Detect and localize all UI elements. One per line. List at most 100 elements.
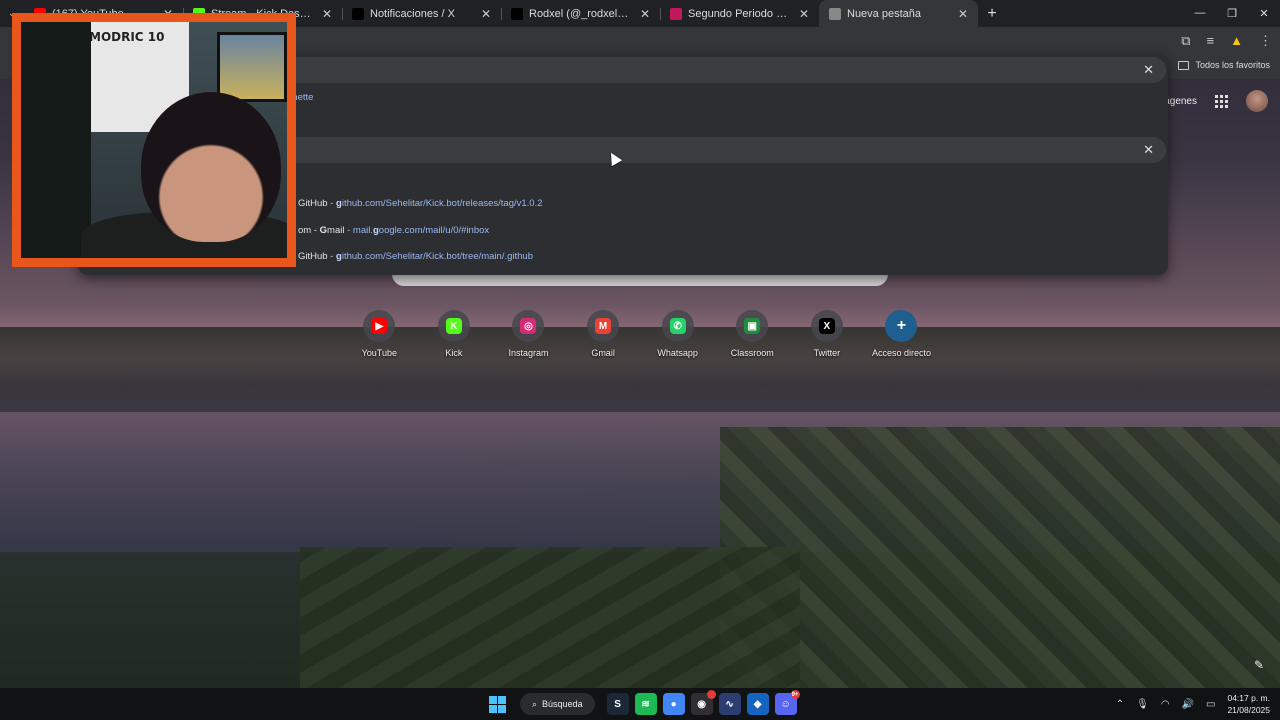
close-window-icon[interactable]: ✕ <box>1248 7 1280 20</box>
notification-badge <box>706 690 716 699</box>
background-grass <box>720 427 1280 717</box>
microphone-icon[interactable]: 🎙 <box>1136 699 1149 710</box>
profile-avatar[interactable] <box>1246 90 1268 112</box>
all-bookmarks-label: Todos los favoritos <box>1195 60 1270 70</box>
close-tab-icon[interactable]: ✕ <box>479 7 493 21</box>
system-tray: ⌃ 🎙 ◠ 🔊 ▭ 04:17 p. m. 21/08/2025 <box>1116 692 1270 716</box>
customize-pencil-icon[interactable]: ✎ <box>1250 658 1268 676</box>
tab-4[interactable]: Segundo Periodo de Regulariza ✕ <box>660 0 819 27</box>
maximize-icon[interactable]: ❐ <box>1216 7 1248 20</box>
x-icon: X <box>818 318 835 334</box>
close-tab-icon[interactable]: ✕ <box>638 7 652 21</box>
webcam-shadow <box>21 22 91 258</box>
x-icon <box>352 7 364 20</box>
new-tab-button[interactable]: + <box>978 5 1006 23</box>
folder-icon <box>1178 60 1190 70</box>
classroom-icon <box>670 7 682 20</box>
chrome-icon <box>829 7 841 20</box>
window-controls: — ❐ ✕ <box>1184 7 1280 20</box>
obs-icon[interactable]: ◉ <box>690 690 716 715</box>
ntp-header: mágenes <box>1156 90 1268 112</box>
shortcut-label: Kick <box>445 348 463 358</box>
shortcut-whatsapp[interactable]: ✆ Whatsapp <box>640 310 715 358</box>
close-tab-icon[interactable]: ✕ <box>797 7 811 21</box>
app-glyph: ∿ <box>725 698 734 710</box>
taskbar-search-label: Búsqueda <box>542 699 583 709</box>
shortcut-label: Twitter <box>813 348 841 358</box>
shortcut-tile: ▣ <box>736 310 769 342</box>
tiktok-icon <box>511 7 523 20</box>
minimize-icon[interactable]: — <box>1184 7 1216 20</box>
media-controls-icon[interactable]: ≡ <box>1207 33 1215 49</box>
shortcut-kick[interactable]: K Kick <box>417 310 492 358</box>
gmail-icon: M <box>595 318 612 334</box>
close-tab-icon[interactable]: ✕ <box>956 7 970 21</box>
whatsapp-icon: ✆ <box>669 318 686 334</box>
suggestion-item[interactable]: GitHub - github.com/Sehelitar/Kick.bot/r… <box>298 198 543 209</box>
shortcut-label: Gmail <box>591 348 615 358</box>
webcam-feed: MODRIC 10 <box>21 22 287 258</box>
clock-time: 04:17 p. m. <box>1227 693 1270 703</box>
show-hidden-icons[interactable]: ⌃ <box>1116 699 1124 710</box>
webcam-monitor <box>217 32 287 102</box>
tab-5[interactable]: Nueva pestaña ✕ <box>819 0 978 27</box>
shortcut-tile: ◎ <box>512 310 545 342</box>
discord-icon[interactable]: ☺ 9+ <box>774 690 800 715</box>
clock-date: 21/08/2025 <box>1227 705 1270 715</box>
shortcut-tile: ✆ <box>661 310 694 342</box>
start-button[interactable] <box>486 693 508 715</box>
audio-app-icon[interactable]: ∿ <box>718 693 741 715</box>
shortcut-acceso-directo[interactable]: + Acceso directo <box>864 310 939 358</box>
app-glyph: ◆ <box>753 698 762 710</box>
extension-pin-icon[interactable]: ▲ <box>1230 33 1243 49</box>
app-glyph: ≋ <box>641 698 650 710</box>
google-apps-icon[interactable] <box>1215 94 1228 108</box>
all-bookmarks-button[interactable]: Todos los favoritos <box>1178 60 1270 70</box>
taskbar-search[interactable]: ⌕ Búsqueda <box>520 693 595 715</box>
tab-title: Segundo Periodo de Regulariza <box>688 7 791 20</box>
steam-icon[interactable]: S <box>606 693 629 715</box>
shortcut-label: Instagram <box>508 348 549 358</box>
volume-icon[interactable]: 🔊 <box>1182 699 1194 710</box>
shortcut-tile: X <box>810 310 843 342</box>
extensions-icon[interactable]: ⧉ <box>1181 33 1190 49</box>
taskbar-center: ⌕ Búsqueda S ≋ ● ◉ ∿ ◆ ☺ 9+ <box>486 690 800 715</box>
shortcut-label: Whatsapp <box>657 348 698 358</box>
shortcut-label: Acceso directo <box>871 348 931 358</box>
tab-2[interactable]: Notificaciones / X ✕ <box>342 0 501 27</box>
taskbar: ⌕ Búsqueda S ≋ ● ◉ ∿ ◆ ☺ 9+ ⌃ 🎙 ◠ 🔊 ▭ 04:17 p. m… <box>0 688 1280 720</box>
remove-suggestion-icon[interactable]: ✕ <box>1143 142 1154 158</box>
shortcut-instagram[interactable]: ◎ Instagram <box>491 310 566 358</box>
kick-icon: K <box>445 318 462 334</box>
shortcut-youtube[interactable]: ▶ YouTube <box>342 310 417 358</box>
windows-logo-icon <box>488 695 506 713</box>
suggestion-item[interactable]: GitHub - github.com/Sehelitar/Kick.bot/t… <box>298 251 533 262</box>
spotify-icon[interactable]: ≋ <box>634 693 657 715</box>
shortcut-tile: M <box>587 310 620 342</box>
shortcut-label: Classroom <box>730 348 774 358</box>
shortcut-tile: ▶ <box>363 310 396 342</box>
shortcut-tile: K <box>437 310 470 342</box>
add-icon: + <box>896 317 907 334</box>
shortcut-classroom[interactable]: ▣ Classroom <box>715 310 790 358</box>
search-icon: ⌕ <box>532 698 538 709</box>
tab-3[interactable]: Rodxel (@_rodxel_) | TikTok ✕ <box>501 0 660 27</box>
webcam-overlay: MODRIC 10 <box>12 13 296 267</box>
chrome-icon[interactable]: ● <box>662 693 685 715</box>
battery-icon[interactable]: ▭ <box>1206 699 1215 710</box>
shortcut-label: YouTube <box>361 348 397 358</box>
menu-kebab-icon[interactable]: ⋮ <box>1259 33 1272 49</box>
app-glyph: ◉ <box>697 698 706 710</box>
shortcut-gmail[interactable]: M Gmail <box>566 310 641 358</box>
close-tab-icon[interactable]: ✕ <box>320 7 334 21</box>
youtube-icon: ▶ <box>371 318 388 334</box>
app-glyph: S <box>614 698 621 710</box>
taskbar-clock[interactable]: 04:17 p. m. 21/08/2025 <box>1227 692 1270 716</box>
tab-title: Rodxel (@_rodxel_) | TikTok <box>529 7 632 20</box>
suggestion-item[interactable]: om - Gmail - mail.google.com/mail/u/0/#i… <box>298 225 489 236</box>
tab-title: Notificaciones / X <box>370 7 455 20</box>
wifi-icon[interactable]: ◠ <box>1161 699 1170 710</box>
shortcut-twitter[interactable]: X Twitter <box>790 310 865 358</box>
clear-omnibox-icon[interactable]: ✕ <box>1143 62 1154 78</box>
vpn-icon[interactable]: ◆ <box>746 693 769 715</box>
